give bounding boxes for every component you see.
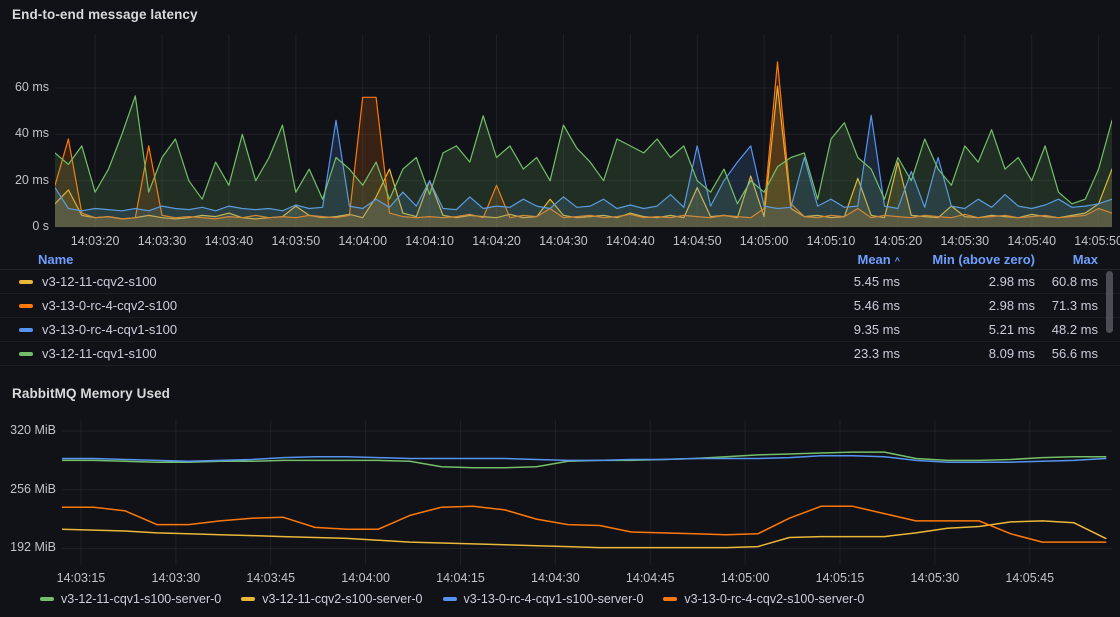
x-axis-label: 14:05:00 (740, 234, 789, 249)
x-axis-label: 14:05:50 (1074, 234, 1120, 249)
series-color-swatch (663, 597, 677, 601)
chart-canvas[interactable] (62, 420, 1112, 565)
y-axis-label: 20 ms (0, 173, 49, 188)
column-header-max[interactable]: Max (1035, 252, 1098, 267)
column-header-min[interactable]: Min (above zero) (900, 252, 1035, 267)
series-color-swatch (19, 352, 33, 356)
series-line[interactable] (62, 506, 1106, 542)
mean-value: 9.35 ms (760, 322, 900, 337)
column-header-name[interactable]: Name (38, 252, 760, 267)
x-axis-label: 14:03:45 (246, 571, 295, 586)
x-axis-label: 14:04:10 (405, 234, 454, 249)
series-name-cell[interactable]: v3-12-11-cqv1-s100 (19, 346, 760, 361)
x-axis-label: 14:04:30 (539, 234, 588, 249)
legend-item-label: v3-13-0-rc-4-cqv2-s100-server-0 (684, 592, 864, 606)
mean-value: 5.45 ms (760, 274, 900, 289)
y-axis-label: 256 MiB (0, 482, 56, 497)
legend-item-label: v3-13-0-rc-4-cqv1-s100-server-0 (464, 592, 644, 606)
max-value: 60.8 ms (1035, 274, 1098, 289)
legend-item[interactable]: v3-13-0-rc-4-cqv2-s100-server-0 (663, 592, 864, 606)
series-color-swatch (40, 597, 54, 601)
max-value: 48.2 ms (1035, 322, 1098, 337)
panel-title-latency: End-to-end message latency (12, 7, 198, 22)
series-name: v3-13-0-rc-4-cqv2-s100 (42, 298, 177, 313)
legend-item-label: v3-12-11-cqv2-s100-server-0 (262, 592, 422, 606)
legend-table: Name Mean^ Min (above zero) Max v3-12-11… (0, 249, 1120, 366)
x-axis-label: 14:05:40 (1007, 234, 1056, 249)
x-axis-label: 14:05:00 (721, 571, 770, 586)
mean-value: 23.3 ms (760, 346, 900, 361)
x-axis-label: 14:03:20 (71, 234, 120, 249)
x-axis-label: 14:04:15 (436, 571, 485, 586)
series-name-cell[interactable]: v3-13-0-rc-4-cqv1-s100 (19, 322, 760, 337)
min-value: 2.98 ms (900, 298, 1035, 313)
x-axis-label: 14:04:20 (472, 234, 521, 249)
series-fill (55, 96, 1112, 227)
x-axis-label: 14:04:40 (606, 234, 655, 249)
legend-item[interactable]: v3-12-11-cqv2-s100-server-0 (241, 592, 422, 606)
min-value: 8.09 ms (900, 346, 1035, 361)
series-name-cell[interactable]: v3-12-11-cqv2-s100 (19, 274, 760, 289)
series-color-swatch (19, 304, 33, 308)
column-header-mean[interactable]: Mean^ (760, 252, 900, 267)
series-color-swatch (19, 328, 33, 332)
legend-table-header: Name Mean^ Min (above zero) Max (0, 249, 1120, 270)
legend-item[interactable]: v3-12-11-cqv1-s100-server-0 (40, 592, 221, 606)
y-axis-label: 0 s (0, 219, 49, 234)
series-name: v3-13-0-rc-4-cqv1-s100 (42, 322, 177, 337)
x-axis-label: 14:04:00 (338, 234, 387, 249)
x-axis-label: 14:04:50 (673, 234, 722, 249)
series-color-swatch (19, 280, 33, 284)
x-axis-label: 14:05:30 (940, 234, 989, 249)
table-row: v3-13-0-rc-4-cqv1-s100 9.35 ms5.21 ms48.2… (0, 318, 1120, 342)
x-axis-label: 14:04:45 (626, 571, 675, 586)
series-name: v3-12-11-cqv2-s100 (42, 274, 157, 289)
table-row: v3-12-11-cqv1-s100 23.3 ms8.09 ms56.6 ms (0, 342, 1120, 366)
y-axis-label: 60 ms (0, 80, 49, 95)
table-row: v3-13-0-rc-4-cqv2-s100 5.46 ms2.98 ms71.3… (0, 294, 1120, 318)
x-axis-label: 14:03:15 (57, 571, 106, 586)
memory-chart-legend: v3-12-11-cqv1-s100-server-0 v3-12-11-cqv2… (40, 592, 864, 606)
x-axis-label: 14:03:30 (152, 571, 201, 586)
x-axis-label: 14:05:15 (816, 571, 865, 586)
legend-item-label: v3-12-11-cqv1-s100-server-0 (61, 592, 221, 606)
y-axis-label: 40 ms (0, 126, 49, 141)
table-scrollbar[interactable] (1106, 271, 1113, 333)
min-value: 5.21 ms (900, 322, 1035, 337)
max-value: 71.3 ms (1035, 298, 1098, 313)
max-value: 56.6 ms (1035, 346, 1098, 361)
series-color-swatch (443, 597, 457, 601)
x-axis-label: 14:04:30 (531, 571, 580, 586)
x-axis-label: 14:05:10 (807, 234, 856, 249)
legend-item[interactable]: v3-13-0-rc-4-cqv1-s100-server-0 (443, 592, 644, 606)
x-axis-label: 14:03:40 (205, 234, 254, 249)
series-color-swatch (241, 597, 255, 601)
x-axis-label: 14:03:50 (271, 234, 320, 249)
x-axis-label: 14:05:45 (1005, 571, 1054, 586)
table-row: v3-12-11-cqv2-s100 5.45 ms2.98 ms60.8 ms (0, 270, 1120, 294)
legend-table-body: v3-12-11-cqv2-s1005.45 ms2.98 ms60.8 msv… (0, 270, 1120, 366)
mean-value: 5.46 ms (760, 298, 900, 313)
series-name-cell[interactable]: v3-13-0-rc-4-cqv2-s100 (19, 298, 760, 313)
min-value: 2.98 ms (900, 274, 1035, 289)
y-axis-label: 192 MiB (0, 540, 56, 555)
series-name: v3-12-11-cqv1-s100 (42, 346, 157, 361)
x-axis-label: 14:05:30 (911, 571, 960, 586)
chart-canvas[interactable] (55, 34, 1112, 227)
x-axis-label: 14:05:20 (874, 234, 923, 249)
panel-title-rabbitmq-memory: RabbitMQ Memory Used (12, 386, 170, 401)
y-axis-label: 320 MiB (0, 423, 56, 438)
x-axis-label: 14:04:00 (341, 571, 390, 586)
x-axis-label: 14:03:30 (138, 234, 187, 249)
